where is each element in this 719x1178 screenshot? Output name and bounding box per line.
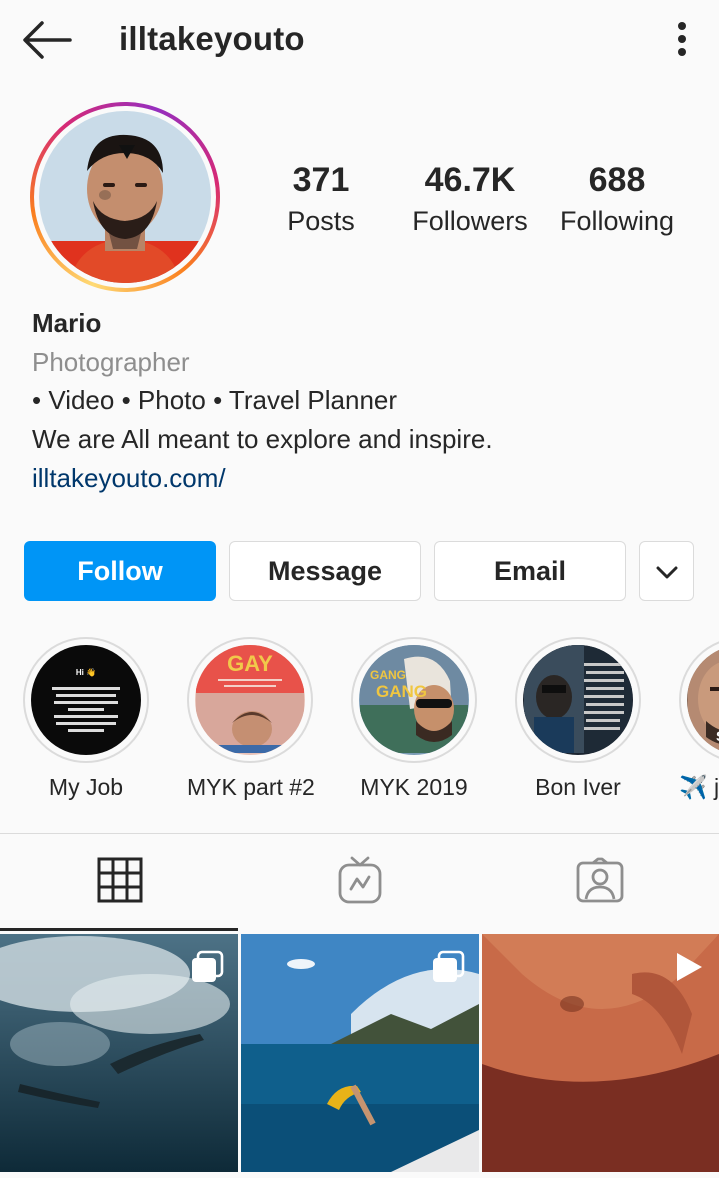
svg-text:GANG: GANG: [370, 668, 406, 682]
profile-bio: Mario Photographer • Video • Photo • Tra…: [32, 306, 692, 497]
post-tile[interactable]: [0, 934, 238, 1172]
stat-value: 46.7K: [424, 161, 516, 199]
highlight-label: MYK part #2: [187, 774, 315, 800]
svg-text:Hi 👋: Hi 👋: [76, 668, 96, 677]
highlight-label: Bon Iver: [535, 774, 621, 800]
igtv-icon: [337, 855, 383, 910]
highlight-label: MYK 2019: [360, 774, 468, 800]
back-arrow-icon[interactable]: [20, 18, 74, 62]
chevron-down-icon: [656, 556, 678, 587]
highlight-partial[interactable]: S ✈️ j: [679, 637, 719, 801]
highlight-cover: Hi 👋: [31, 645, 141, 755]
email-button[interactable]: Email: [434, 541, 626, 601]
bio-line: We are All meant to explore and inspire.: [32, 424, 493, 454]
carousel-icon: [190, 950, 224, 989]
highlight-cover: [523, 645, 633, 755]
more-options-icon[interactable]: [668, 18, 696, 62]
highlight-myk-2019[interactable]: GANG GANG MYK 2019: [351, 637, 477, 801]
profile-name: Mario: [32, 308, 102, 338]
carousel-icon: [431, 950, 465, 989]
video-play-icon: [671, 950, 705, 989]
bio-line: • Video • Photo • Travel Planner: [32, 385, 398, 415]
tagged-user-icon: [576, 857, 624, 908]
stat-value: 688: [588, 161, 646, 199]
profile-avatar-ring[interactable]: [30, 102, 220, 292]
highlight-my-job[interactable]: Hi 👋 My Job: [23, 637, 149, 801]
stat-label: Posts: [287, 206, 355, 236]
active-tab-indicator: [0, 928, 238, 931]
stat-label: Following: [559, 206, 675, 236]
following-count[interactable]: 688 Following: [556, 160, 678, 240]
post-tile[interactable]: [241, 934, 479, 1172]
followers-count[interactable]: 46.7K Followers: [406, 160, 534, 240]
message-button[interactable]: Message: [229, 541, 421, 601]
highlight-cover: S: [687, 645, 719, 755]
highlight-label: My Job: [48, 774, 124, 800]
follow-button[interactable]: Follow: [24, 541, 216, 601]
suggested-accounts-button[interactable]: [639, 541, 694, 601]
highlight-cover: GAY: [195, 645, 305, 755]
stat-value: 371: [292, 161, 350, 199]
post-tile[interactable]: [482, 934, 719, 1172]
profile-username: illtakeyouto: [119, 20, 305, 57]
tab-tagged[interactable]: [480, 834, 719, 930]
tab-igtv[interactable]: [240, 834, 479, 930]
profile-tabs: [0, 834, 719, 930]
posts-count[interactable]: 371 Posts: [270, 160, 372, 240]
top-bar: illtakeyouto: [0, 0, 719, 80]
svg-text:GAY: GAY: [227, 651, 273, 676]
profile-category: Photographer: [32, 347, 190, 377]
bio-website-link[interactable]: illtakeyouto.com/: [32, 459, 692, 497]
profile-avatar: [39, 111, 211, 283]
svg-text:GANG: GANG: [376, 682, 427, 701]
grid-icon: [97, 857, 143, 908]
tab-posts-grid[interactable]: [0, 834, 239, 930]
highlight-label: ✈️ j: [679, 774, 719, 800]
highlight-myk-part-2[interactable]: GAY MYK part #2: [187, 637, 315, 801]
highlight-cover: GANG GANG: [359, 645, 469, 755]
highlight-bon-iver[interactable]: Bon Iver: [515, 637, 641, 801]
stat-label: Followers: [412, 206, 528, 236]
